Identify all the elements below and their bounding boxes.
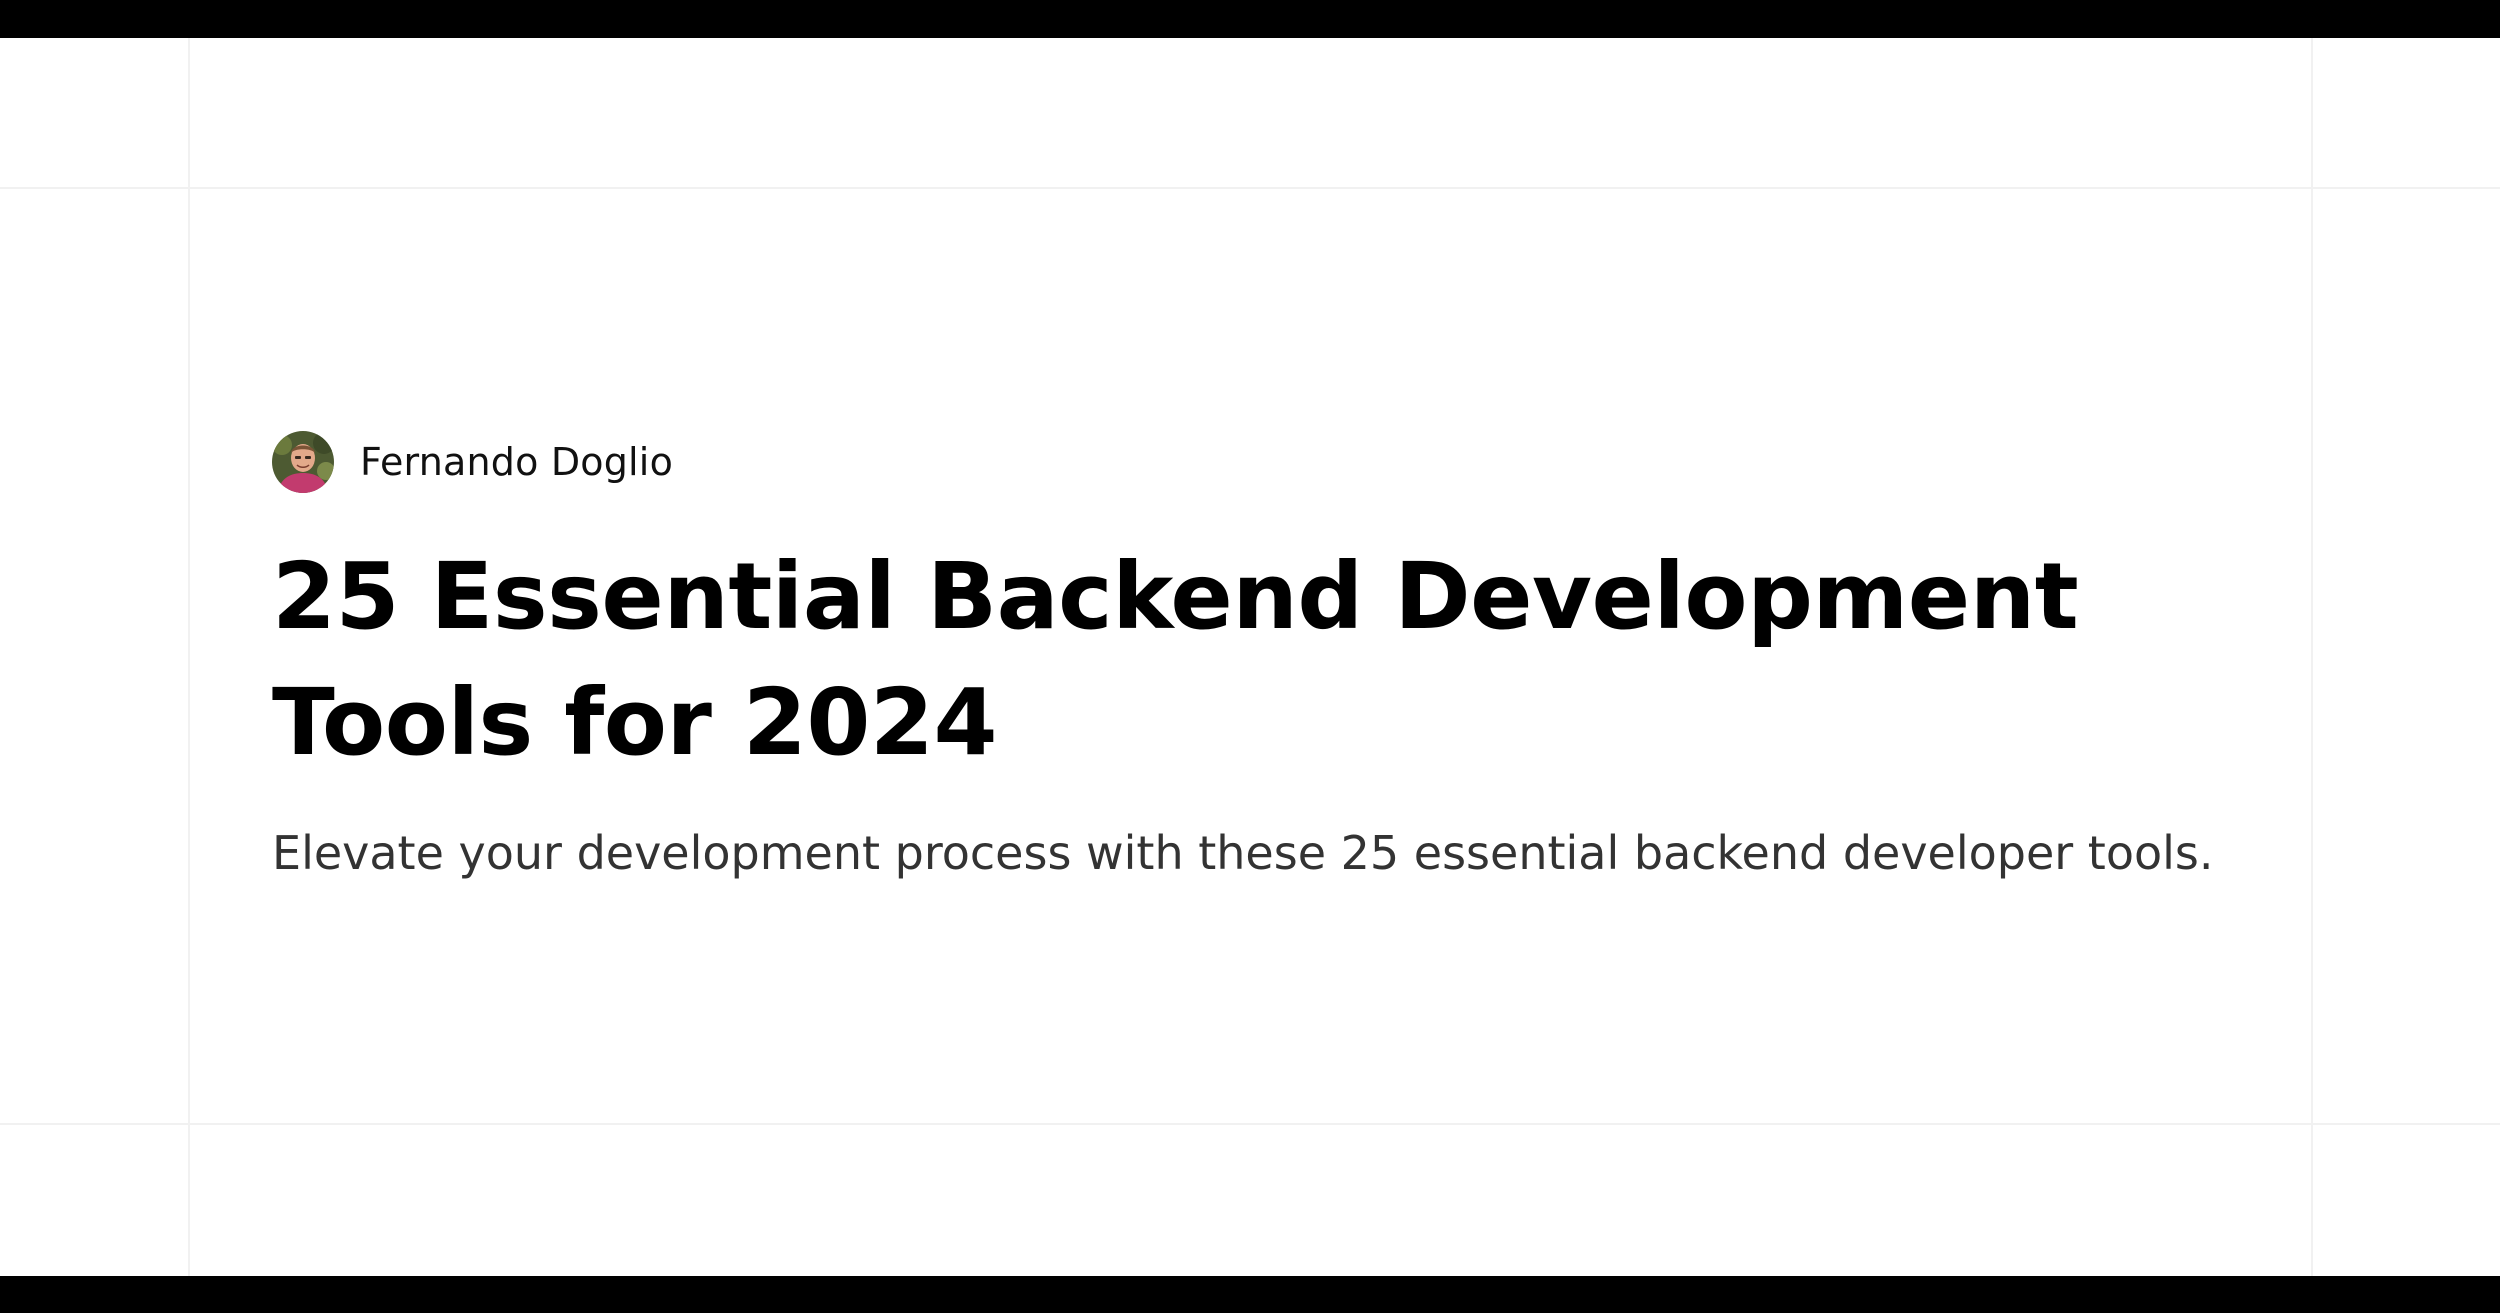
og-card: Fernando Doglio 25 Essential Backend Dev…	[0, 0, 2500, 1313]
gridline-right	[2311, 38, 2313, 1276]
bottom-frame-bar	[0, 1276, 2500, 1313]
gridline-top	[0, 187, 2500, 189]
author-byline: Fernando Doglio	[272, 430, 2292, 494]
author-name[interactable]: Fernando Doglio	[360, 440, 673, 484]
article-header: Fernando Doglio 25 Essential Backend Dev…	[272, 430, 2292, 880]
top-frame-bar	[0, 0, 2500, 38]
gridline-bottom	[0, 1123, 2500, 1125]
article-subtitle: Elevate your development process with th…	[272, 826, 2214, 880]
avatar-photo-icon	[272, 431, 334, 493]
gridline-left	[188, 38, 190, 1276]
article-title: 25 Essential Backend Development Tools f…	[272, 543, 2079, 776]
